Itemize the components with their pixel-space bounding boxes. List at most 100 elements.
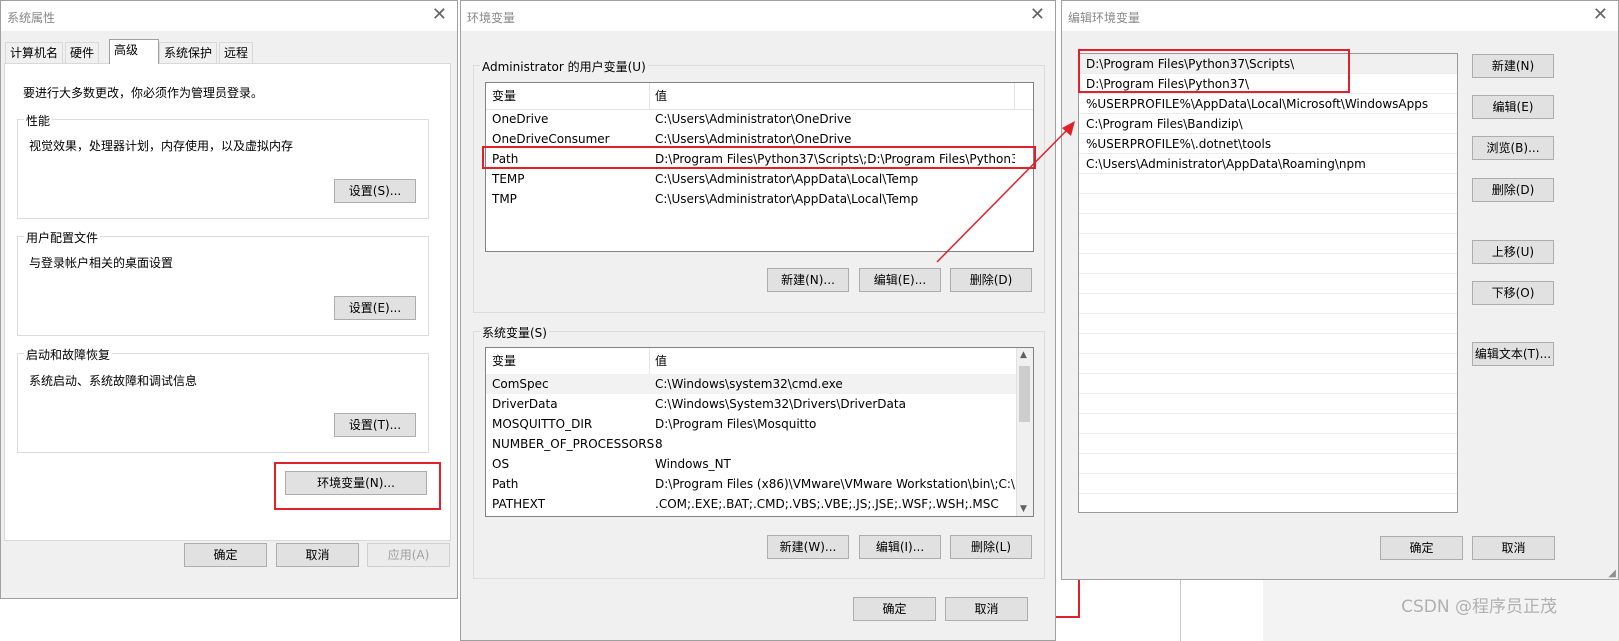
resize-grip-icon[interactable]: ◢ — [1608, 568, 1616, 579]
table-row[interactable]: MOSQUITTO_DIR D:\Program Files\Mosquitto — [486, 414, 1017, 434]
table-row[interactable]: TEMP C:\Users\Administrator\AppData\Local… — [486, 169, 1033, 189]
tab-remote[interactable]: 远程 — [219, 42, 254, 63]
cancel-button[interactable]: 取消 — [1472, 536, 1555, 560]
empty-row — [1079, 214, 1457, 234]
profile-settings-button[interactable]: 设置(E)... — [334, 296, 416, 320]
tab-computer-name[interactable]: 计算机名 — [5, 42, 64, 63]
empty-row — [1079, 354, 1457, 374]
var-name: OneDrive — [492, 112, 549, 126]
list-item[interactable]: %USERPROFILE%\AppData\Local\Microsoft\Wi… — [1079, 94, 1457, 114]
edit-environment-variable-window: 编辑环境变量 ✕ D:\Program Files\Python37\Scrip… — [1061, 0, 1619, 580]
vertical-scrollbar[interactable]: ▲ ▼ — [1016, 348, 1033, 516]
table-row[interactable]: Path D:\Program Files (x86)\VMware\VMware… — [486, 474, 1017, 494]
table-row[interactable]: TMP C:\Users\Administrator\AppData\Local\… — [486, 189, 1033, 209]
new-entry-button[interactable]: 新建(N) — [1472, 54, 1554, 78]
scroll-up-icon[interactable]: ▲ — [1020, 350, 1027, 360]
edit-text-button[interactable]: 编辑文本(T)... — [1472, 342, 1554, 366]
performance-group: 性能 视觉效果，处理器计划，内存使用，以及虚拟内存 设置(S)... — [17, 112, 429, 219]
table-row[interactable]: Path D:\Program Files\Python37\Scripts\;D… — [486, 149, 1033, 169]
var-name: OneDriveConsumer — [492, 132, 610, 146]
background-window-edge — [1056, 616, 1080, 618]
empty-row — [1079, 394, 1457, 414]
cancel-button[interactable]: 取消 — [945, 597, 1028, 621]
close-icon[interactable]: ✕ — [1593, 5, 1608, 25]
empty-row — [1079, 194, 1457, 214]
list-item[interactable]: C:\Program Files\Bandizip\ — [1079, 114, 1457, 134]
user-edit-button[interactable]: 编辑(E)... — [859, 268, 941, 292]
column-divider — [1014, 83, 1015, 109]
list-item[interactable]: D:\Program Files\Python37\ — [1079, 74, 1457, 94]
delete-entry-button[interactable]: 删除(D) — [1472, 178, 1554, 202]
group-title: 启动和故障恢复 — [24, 346, 113, 363]
empty-row — [1079, 374, 1457, 394]
watermark: CSDN @程序员正茂 — [1401, 597, 1557, 617]
column-divider — [649, 83, 650, 109]
browse-button[interactable]: 浏览(B)... — [1472, 136, 1554, 160]
var-value: C:\Users\Administrator\AppData\Local\Tem… — [655, 192, 919, 206]
list-header: 变量 值 — [486, 83, 1033, 110]
path-entries-list[interactable]: D:\Program Files\Python37\Scripts\ D:\Pr… — [1078, 53, 1458, 513]
table-row[interactable]: OneDriveConsumer C:\Users\Administrator\O… — [486, 129, 1033, 149]
list-item[interactable]: C:\Users\Administrator\AppData\Roaming\n… — [1079, 154, 1457, 174]
empty-row — [1079, 434, 1457, 454]
var-value: C:\Windows\System32\Drivers\DriverData — [655, 397, 906, 411]
table-row[interactable]: OS Windows_NT — [486, 454, 1017, 474]
empty-row — [1079, 314, 1457, 334]
edit-entry-button[interactable]: 编辑(E) — [1472, 95, 1554, 119]
startup-recovery-group: 启动和故障恢复 系统启动、系统故障和调试信息 设置(T)... — [17, 346, 429, 453]
system-new-button[interactable]: 新建(W)... — [767, 535, 849, 559]
var-name: TEMP — [492, 172, 525, 186]
group-title: 系统变量(S) — [480, 324, 549, 341]
list-item[interactable]: D:\Program Files\Python37\Scripts\ — [1079, 54, 1457, 74]
close-icon[interactable]: ✕ — [1030, 5, 1045, 25]
var-value: C:\Users\Administrator\AppData\Local\Tem… — [655, 172, 919, 186]
ok-button[interactable]: 确定 — [853, 597, 936, 621]
system-delete-button[interactable]: 删除(L) — [950, 535, 1032, 559]
scroll-down-icon[interactable]: ▼ — [1020, 504, 1027, 514]
scroll-thumb[interactable] — [1019, 366, 1030, 422]
cancel-button[interactable]: 取消 — [276, 543, 359, 567]
var-name: Path — [492, 477, 519, 491]
table-row[interactable]: ComSpec C:\Windows\system32\cmd.exe — [486, 374, 1017, 394]
user-delete-button[interactable]: 删除(D) — [950, 268, 1032, 292]
var-value: D:\Program Files (x86)\VMware\VMware Wor… — [655, 477, 1015, 491]
system-variables-list[interactable]: 变量 值 ComSpec C:\Windows\system32\cmd.exe … — [485, 347, 1034, 517]
environment-variables-button[interactable]: 环境变量(N)... — [285, 471, 427, 495]
var-value: .COM;.EXE;.BAT;.CMD;.VBS;.VBE;.JS;.JSE;.… — [655, 497, 999, 511]
ok-button[interactable]: 确定 — [1380, 536, 1463, 560]
var-value: C:\Users\Administrator\OneDrive — [655, 132, 852, 146]
environment-variables-window: 环境变量 ✕ Administrator 的用户变量(U) 变量 值 OneDr… — [460, 0, 1056, 641]
title-bar: 环境变量 ✕ — [461, 1, 1055, 31]
user-variables-list[interactable]: 变量 值 OneDrive C:\Users\Administrator\OneD… — [485, 82, 1034, 252]
group-title: 用户配置文件 — [24, 229, 101, 246]
close-icon[interactable]: ✕ — [432, 5, 447, 25]
var-name: ComSpec — [492, 377, 549, 391]
tab-hardware[interactable]: 硬件 — [65, 42, 100, 63]
tab-advanced[interactable]: 高级 — [109, 39, 159, 64]
empty-row — [1079, 254, 1457, 274]
performance-settings-button[interactable]: 设置(S)... — [334, 179, 416, 203]
title-bar: 编辑环境变量 ✕ — [1062, 1, 1618, 31]
background-window-edge — [1180, 580, 1181, 641]
var-value: C:\Users\Administrator\OneDrive — [655, 112, 852, 126]
move-up-button[interactable]: 上移(U) — [1472, 240, 1554, 264]
system-edit-button[interactable]: 编辑(I)... — [859, 535, 941, 559]
list-item[interactable]: %USERPROFILE%\.dotnet\tools — [1079, 134, 1457, 154]
ok-button[interactable]: 确定 — [184, 543, 267, 567]
window-title: 环境变量 — [467, 11, 516, 25]
table-row[interactable]: NUMBER_OF_PROCESSORS 8 — [486, 434, 1017, 454]
column-header-variable[interactable]: 变量 — [492, 348, 516, 374]
user-new-button[interactable]: 新建(N)... — [767, 268, 849, 292]
column-header-value[interactable]: 值 — [655, 348, 667, 374]
empty-row — [1079, 334, 1457, 354]
table-row[interactable]: DriverData C:\Windows\System32\Drivers\Dr… — [486, 394, 1017, 414]
table-row[interactable]: OneDrive C:\Users\Administrator\OneDrive — [486, 109, 1033, 129]
move-down-button[interactable]: 下移(O) — [1472, 281, 1554, 305]
list-header: 变量 值 — [486, 348, 1017, 375]
table-row[interactable]: PATHEXT .COM;.EXE;.BAT;.CMD;.VBS;.VBE;.JS… — [486, 494, 1017, 514]
startup-settings-button[interactable]: 设置(T)... — [334, 413, 416, 437]
column-header-value[interactable]: 值 — [655, 83, 667, 109]
apply-button[interactable]: 应用(A) — [367, 543, 450, 567]
tab-system-protection[interactable]: 系统保护 — [159, 42, 218, 63]
column-header-variable[interactable]: 变量 — [492, 83, 516, 109]
